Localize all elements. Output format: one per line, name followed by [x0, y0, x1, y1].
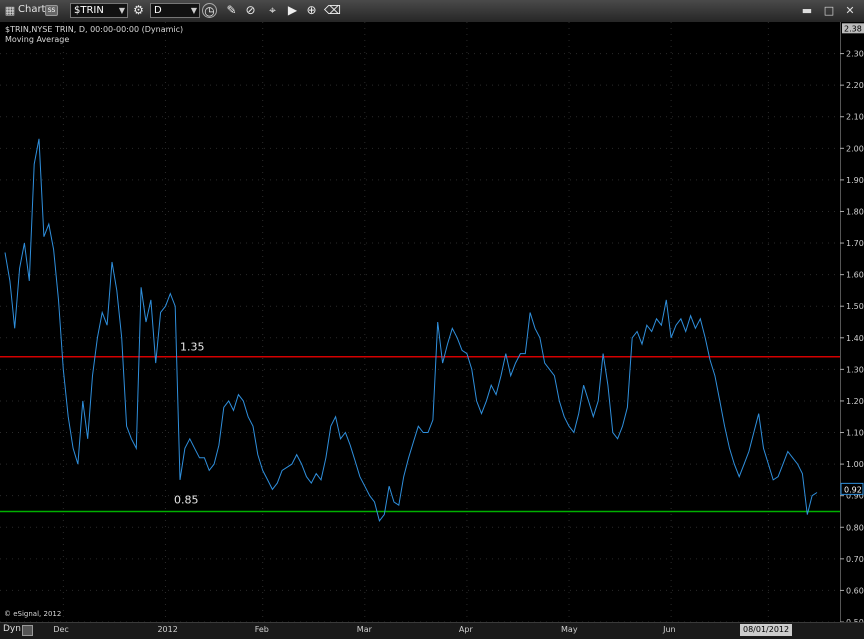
y-tick-label: 0.80: [846, 523, 864, 532]
window-badge: SS: [45, 5, 58, 16]
y-tick-label: 2.30: [846, 50, 864, 59]
trin-chart[interactable]: 1.350.85 0.500.600.700.800.901.001.101.2…: [0, 22, 864, 624]
time-axis-bar: Dyn Dec2012FebMarAprMayJunJul08/01/2012: [0, 622, 864, 639]
y-tick-label: 1.00: [846, 460, 864, 469]
clock-icon[interactable]: ◷: [202, 3, 217, 18]
y-tick-label: 1.20: [846, 397, 864, 406]
y-tick-label: 1.40: [846, 334, 864, 343]
chart-area[interactable]: 1.35 0.85 0.50 0.60 0.70 0.80 0.90 1.00 1.10 1.2…: [0, 22, 864, 624]
legend-moving-average: Moving Average: [5, 35, 69, 44]
y-tick-label: 1.60: [846, 271, 864, 280]
y-tick-label: 1.30: [846, 365, 864, 374]
eraser-icon[interactable]: ⌫: [324, 3, 341, 18]
play-icon[interactable]: ▶: [285, 3, 300, 18]
maximize-icon[interactable]: □: [822, 4, 836, 17]
legend-series-name: $TRIN,NYSE TRIN, D, 00:00-00:00 (Dynamic…: [5, 25, 183, 34]
y-tick-label: 2.10: [846, 113, 864, 122]
minimize-icon[interactable]: ▬: [800, 4, 814, 17]
copyright-text: © eSignal, 2012: [4, 610, 61, 618]
zoom-icon[interactable]: ⊕: [304, 3, 319, 18]
x-tick-label: Feb: [254, 625, 269, 634]
chevron-down-icon: ▼: [190, 6, 197, 15]
scale-toggle-icon[interactable]: [22, 625, 33, 636]
y-tick-label: 1.80: [846, 207, 864, 216]
y-tick-label: 1.10: [846, 429, 864, 438]
x-tick-label: Jun: [663, 625, 676, 634]
top-value-label: 2.38: [844, 24, 862, 33]
y-tick-label: 1.70: [846, 239, 864, 248]
plot-background: [0, 22, 864, 624]
symbol-combobox[interactable]: $TRIN ▼: [70, 3, 128, 18]
y-tick-label: 1.90: [846, 176, 864, 185]
y-tick-label: 0.60: [846, 586, 864, 595]
close-icon[interactable]: ✕: [843, 4, 857, 17]
reference-line-label: 1.35: [180, 341, 205, 354]
y-tick-label: 1.50: [846, 302, 864, 311]
current-value-label: 0.92: [844, 485, 862, 494]
reference-line-label: 0.85: [174, 493, 199, 506]
symbol-value: $TRIN: [74, 5, 104, 16]
symbol-settings-icon[interactable]: ⚙: [131, 3, 146, 18]
x-tick-label: Dec: [53, 625, 69, 634]
x-tick-label: May: [561, 625, 578, 634]
title-bar: ▦ Chart SS $TRIN ▼ ⚙ D ▼ ◷ ✎ ⊘ ⌖ ▶ ⊕ ⌫ ▬…: [0, 0, 864, 23]
link-icon[interactable]: ⊘: [243, 3, 258, 18]
interval-value: D: [154, 5, 162, 16]
cursor-icon[interactable]: ⌖: [265, 3, 280, 18]
y-tick-label: 0.70: [846, 555, 864, 564]
date-cursor-box: 08/01/2012: [740, 624, 793, 636]
y-tick-label: 2.00: [846, 144, 864, 153]
interval-combobox[interactable]: D ▼: [150, 3, 200, 18]
x-tick-label: Apr: [458, 625, 473, 634]
dynamic-mode-button[interactable]: Dyn: [3, 624, 21, 634]
chart-window-icon: ▦: [4, 4, 16, 17]
window-title: Chart: [18, 4, 46, 15]
x-tick-label: 2012: [157, 625, 178, 634]
x-tick-label: Mar: [356, 625, 372, 634]
draw-pencil-icon[interactable]: ✎: [224, 3, 239, 18]
y-tick-label: 2.20: [846, 81, 864, 90]
chevron-down-icon: ▼: [118, 6, 125, 15]
